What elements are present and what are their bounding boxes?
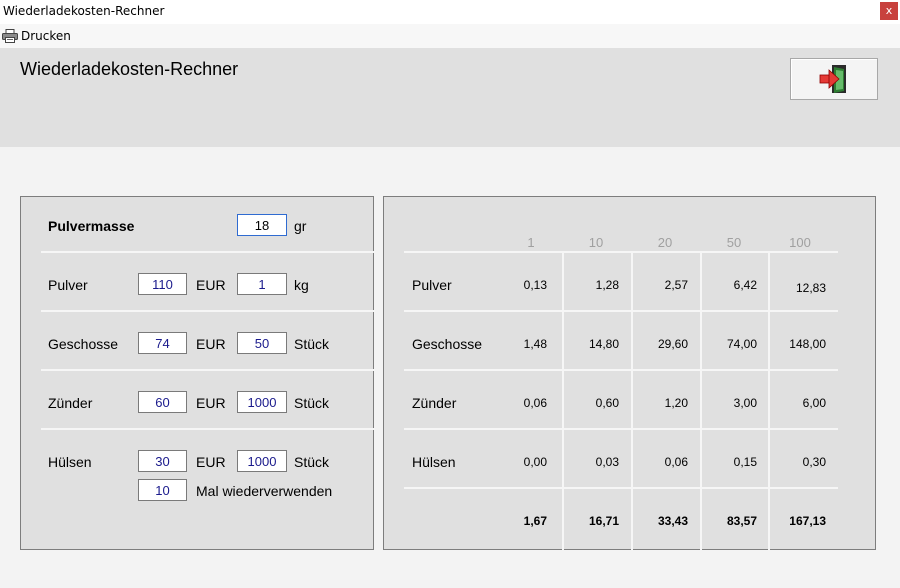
print-label: Drucken <box>21 29 71 43</box>
geschosse-currency: EUR <box>196 336 226 352</box>
divider <box>404 428 838 430</box>
results-panel: 1 10 20 50 100 Pulver 0,13 1,28 2,57 6,4… <box>383 196 876 550</box>
table-cell: 1,20 <box>664 396 688 410</box>
table-cell: 0,00 <box>523 455 547 469</box>
huelsen-currency: EUR <box>196 454 226 470</box>
pulver-currency: EUR <box>196 277 226 293</box>
pulver-unit: kg <box>294 277 309 293</box>
table-cell: 2,57 <box>664 278 688 292</box>
close-button[interactable]: x <box>880 2 898 20</box>
geschosse-qty-input[interactable] <box>237 332 287 354</box>
zuender-price-input[interactable] <box>138 391 187 413</box>
total-cell: 33,43 <box>657 514 688 528</box>
geschosse-label: Geschosse <box>48 336 119 352</box>
row-label-geschosse: Geschosse <box>412 336 483 352</box>
print-menu-item[interactable]: Drucken <box>2 27 71 45</box>
window-title: Wiederladekosten-Rechner <box>3 4 165 18</box>
geschosse-unit: Stück <box>294 336 330 352</box>
total-cell: 16,71 <box>588 514 619 528</box>
row-label-zuender: Zünder <box>412 395 457 411</box>
table-cell: 0,06 <box>664 455 688 469</box>
row-label-huelsen: Hülsen <box>412 454 456 470</box>
table-cell: 1,48 <box>523 337 547 351</box>
table-cell: 0,15 <box>733 455 757 469</box>
menu-bar: Drucken <box>0 24 900 48</box>
divider <box>404 487 838 489</box>
table-cell: 6,42 <box>733 278 757 292</box>
printer-icon <box>2 29 18 43</box>
huelsen-price-input[interactable] <box>138 450 187 472</box>
divider <box>41 369 375 371</box>
table-cell: 12,83 <box>795 281 826 295</box>
pulvermasse-unit: gr <box>294 218 307 234</box>
table-cell: 0,30 <box>802 455 826 469</box>
column-header: 1 <box>527 235 535 250</box>
table-cell: 14,80 <box>588 337 619 351</box>
column-header: 10 <box>588 235 604 250</box>
geschosse-price-input[interactable] <box>138 332 187 354</box>
huelsen-reuse-input[interactable] <box>138 479 187 501</box>
table-cell: 0,13 <box>523 278 547 292</box>
table-cell: 0,60 <box>595 396 619 410</box>
column-header: 50 <box>726 235 742 250</box>
huelsen-label: Hülsen <box>48 454 92 470</box>
table-cell: 6,00 <box>802 396 826 410</box>
table-cell: 0,03 <box>595 455 619 469</box>
pulver-label: Pulver <box>48 277 88 293</box>
total-cell: 1,67 <box>523 514 547 528</box>
divider <box>41 310 375 312</box>
pulver-price-input[interactable] <box>138 273 187 295</box>
zuender-unit: Stück <box>294 395 330 411</box>
table-cell: 74,00 <box>726 337 757 351</box>
divider <box>404 310 838 312</box>
zuender-label: Zünder <box>48 395 93 411</box>
exit-door-icon <box>819 65 846 93</box>
total-cell: 83,57 <box>726 514 757 528</box>
exit-button[interactable] <box>790 58 878 100</box>
column-header: 100 <box>789 235 811 250</box>
huelsen-reuse-label: Mal wiederverwenden <box>196 483 333 499</box>
pulvermasse-label: Pulvermasse <box>48 218 135 234</box>
divider <box>41 428 375 430</box>
zuender-qty-input[interactable] <box>237 391 287 413</box>
table-cell: 29,60 <box>657 337 688 351</box>
huelsen-qty-input[interactable] <box>237 450 287 472</box>
header: Wiederladekosten-Rechner <box>0 48 900 147</box>
divider <box>41 251 375 253</box>
table-cell: 1,28 <box>595 278 619 292</box>
pulvermasse-input[interactable] <box>237 214 287 236</box>
total-cell: 167,13 <box>789 514 826 528</box>
table-cell: 148,00 <box>789 337 826 351</box>
page-title: Wiederladekosten-Rechner <box>20 59 239 79</box>
pulver-qty-input[interactable] <box>237 273 287 295</box>
table-cell: 0,06 <box>523 396 547 410</box>
column-header: 20 <box>657 235 673 250</box>
input-panel: Pulvermasse gr Pulver EUR kg Geschosse E… <box>20 196 375 550</box>
huelsen-unit: Stück <box>294 454 330 470</box>
divider <box>404 251 838 253</box>
zuender-currency: EUR <box>196 395 226 411</box>
title-bar: Wiederladekosten-Rechner x <box>0 0 900 24</box>
row-label-pulver: Pulver <box>412 277 452 293</box>
divider <box>404 369 838 371</box>
table-cell: 3,00 <box>733 396 757 410</box>
